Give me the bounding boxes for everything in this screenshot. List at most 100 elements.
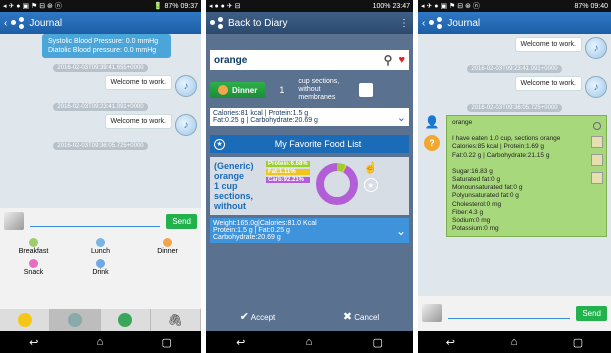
expand-chevron-icon[interactable]: ⌄ bbox=[396, 224, 406, 238]
food-name-line: sections, bbox=[214, 191, 254, 201]
share-logo-icon bbox=[11, 17, 25, 29]
back-to-diary-link[interactable]: Back to Diary bbox=[228, 18, 395, 29]
tab-exercise[interactable] bbox=[101, 309, 151, 331]
send-button[interactable]: Send bbox=[166, 213, 197, 229]
message-row: Welcome to work. ♪ bbox=[0, 111, 201, 136]
meal-button-drink[interactable]: Drink bbox=[67, 259, 134, 276]
coach-avatar-icon: ♪ bbox=[585, 76, 607, 98]
meal-button-breakfast[interactable]: Breakfast bbox=[0, 238, 67, 255]
drink-icon bbox=[96, 259, 105, 268]
food-entry-title: orange bbox=[452, 119, 473, 126]
add-note-icon[interactable] bbox=[359, 83, 374, 97]
keyboard-cube-icon[interactable] bbox=[422, 304, 442, 322]
search-input[interactable]: orange bbox=[214, 55, 247, 66]
status-bar: ◂ ✈ ● ▣ ⚑ ⊟ ⊛ ⓝ 87% 09:40 bbox=[418, 0, 611, 12]
expand-chevron-icon[interactable]: ⌄ bbox=[397, 111, 406, 124]
chat-area[interactable]: Systolic Blood Pressure: 0.0 mmHg Diatol… bbox=[0, 34, 201, 208]
message-input-bar: Send bbox=[418, 296, 611, 326]
search-icon[interactable]: ⚲ bbox=[384, 53, 393, 67]
breakfast-icon bbox=[29, 238, 38, 247]
food-search-screen: orange ⚲ ♥ Dinner 1 cup sections, withou… bbox=[206, 34, 413, 331]
lunch-icon bbox=[96, 238, 105, 247]
help-icon[interactable]: ? bbox=[424, 135, 440, 151]
unit-select[interactable]: cup sections, without membranes bbox=[298, 78, 353, 102]
message-bubble: Welcome to work. bbox=[104, 75, 172, 90]
tab-meals[interactable] bbox=[50, 309, 101, 331]
back-icon[interactable]: ↩ bbox=[236, 336, 245, 349]
page-title: Journal bbox=[29, 17, 63, 29]
android-nav-bar: ↩ ⌂ ▢ bbox=[418, 331, 611, 353]
back-icon[interactable]: ↩ bbox=[446, 336, 455, 349]
tab-emoji[interactable] bbox=[0, 309, 51, 331]
message-input[interactable] bbox=[448, 307, 571, 319]
recents-icon[interactable]: ▢ bbox=[161, 336, 171, 349]
exercise-icon bbox=[118, 313, 133, 327]
phone-journal-right: ◂ ✈ ● ▣ ⚑ ⊟ ⊛ ⓝ 87% 09:40 ‹ Journal Welc… bbox=[418, 0, 611, 353]
recents-icon[interactable]: ▢ bbox=[372, 336, 382, 349]
status-icons: ◂ ✈ ● ▣ ⚑ ⊟ ⊛ ⓝ bbox=[3, 3, 62, 10]
message-input[interactable] bbox=[30, 215, 161, 227]
food-card[interactable]: (Generic) orange 1 cup sections, without… bbox=[210, 157, 409, 215]
favorite-heart-icon[interactable]: ♥ bbox=[398, 54, 405, 66]
home-icon[interactable]: ⌂ bbox=[511, 336, 518, 348]
macro-protein: Protein:6.68% bbox=[266, 161, 310, 167]
timestamp: 2016-02-03T09:23:41.091+0000 bbox=[467, 65, 562, 73]
food-detail[interactable]: Weight:165.0g|Calories:81.0 Kcal Protein… bbox=[210, 218, 409, 243]
favorite-list-header[interactable]: ★ My Favorite Food List bbox=[210, 135, 409, 153]
overflow-menu-icon[interactable]: ⋮ bbox=[399, 18, 409, 29]
accept-button[interactable]: ✔ Accept bbox=[240, 310, 275, 323]
meal-label: Dinner bbox=[157, 248, 178, 255]
blood-pressure-bubble: Systolic Blood Pressure: 0.0 mmHg Diatol… bbox=[42, 34, 171, 58]
food-entry-bubble[interactable]: orange I have eaten 1.0 cup, sections or… bbox=[446, 115, 607, 238]
food-entry-row: 👤 ? orange I have eaten 1.0 cup, section… bbox=[418, 112, 611, 238]
snack-icon bbox=[29, 259, 38, 268]
star-icon: ★ bbox=[214, 138, 225, 150]
favorite-list-title: My Favorite Food List bbox=[274, 139, 362, 149]
meal-button-dinner[interactable]: Dinner bbox=[134, 238, 201, 255]
bp-systolic: Systolic Blood Pressure: 0.0 mmHg bbox=[48, 38, 159, 45]
cancel-button[interactable]: ✖ Cancel bbox=[343, 310, 379, 323]
app-bar: ‹ Journal bbox=[0, 12, 201, 34]
home-icon[interactable]: ⌂ bbox=[306, 336, 313, 348]
tap-hand-icon[interactable]: ☝ bbox=[364, 161, 378, 174]
minus-icon[interactable] bbox=[591, 154, 603, 166]
food-entry-line: Potassium:0 mg bbox=[452, 225, 499, 233]
status-bar: ◂ ● ● ✈ ⊟ 100% 23:47 bbox=[206, 0, 413, 12]
food-entry-line bbox=[452, 160, 601, 168]
share-icon[interactable] bbox=[591, 172, 603, 184]
coach-avatar-icon: ♪ bbox=[585, 37, 607, 59]
cancel-label: Cancel bbox=[354, 313, 380, 322]
chat-area[interactable]: Welcome to work. ♪ 2016-02-03T09:23:41.0… bbox=[418, 34, 611, 296]
quantity-value[interactable]: 1 bbox=[279, 85, 284, 95]
keyboard-cube-icon[interactable] bbox=[4, 212, 24, 230]
timestamp: 2016-02-03T09:36:05.725+0000 bbox=[53, 142, 148, 150]
phone-journal-left: ◂ ✈ ● ▣ ⚑ ⊟ ⊛ ⓝ 🔋 87% 09:37 ‹ Journal Sy… bbox=[0, 0, 201, 353]
home-icon[interactable]: ⌂ bbox=[97, 336, 104, 348]
recents-icon[interactable]: ▢ bbox=[573, 336, 583, 349]
food-name-line: without bbox=[214, 201, 246, 211]
back-icon[interactable]: ↩ bbox=[29, 336, 38, 349]
radio-icon[interactable] bbox=[593, 122, 601, 130]
food-entry-line: Monounsaturated fat:0 g bbox=[452, 184, 523, 192]
smiley-icon bbox=[17, 313, 32, 327]
meal-button-lunch[interactable]: Lunch bbox=[67, 238, 134, 255]
food-entry-line: Sugar:16.83 g bbox=[452, 167, 493, 175]
input-panel: Send bbox=[418, 296, 611, 331]
favorite-star-icon[interactable]: ★ bbox=[363, 178, 378, 192]
status-icons: ◂ ● ● ✈ ⊟ bbox=[209, 3, 241, 10]
macro-fat: Fat:1.11% bbox=[266, 169, 310, 175]
back-chevron-icon[interactable]: ‹ bbox=[4, 18, 7, 29]
tab-attach[interactable]: 🖇 bbox=[151, 309, 201, 331]
back-chevron-icon[interactable]: ‹ bbox=[422, 18, 425, 29]
meal-selector[interactable]: Dinner bbox=[210, 82, 266, 98]
food-name-line: orange bbox=[214, 171, 245, 181]
phone-food-search: ◂ ● ● ✈ ⊟ 100% 23:47 Back to Diary ⋮ ora… bbox=[206, 0, 413, 353]
meal-button-snack[interactable]: Snack bbox=[0, 259, 67, 276]
status-right: 87% 09:40 bbox=[574, 2, 608, 10]
nutrition-summary[interactable]: Calories:81 kcal | Protein:1.5 g Fat:0.2… bbox=[210, 108, 409, 126]
macro-donut-chart bbox=[315, 163, 358, 205]
edit-icon[interactable] bbox=[591, 136, 603, 148]
android-nav-bar: ↩ ⌂ ▢ bbox=[0, 331, 201, 353]
meal-label: Drink bbox=[92, 269, 109, 276]
send-button[interactable]: Send bbox=[576, 305, 607, 321]
